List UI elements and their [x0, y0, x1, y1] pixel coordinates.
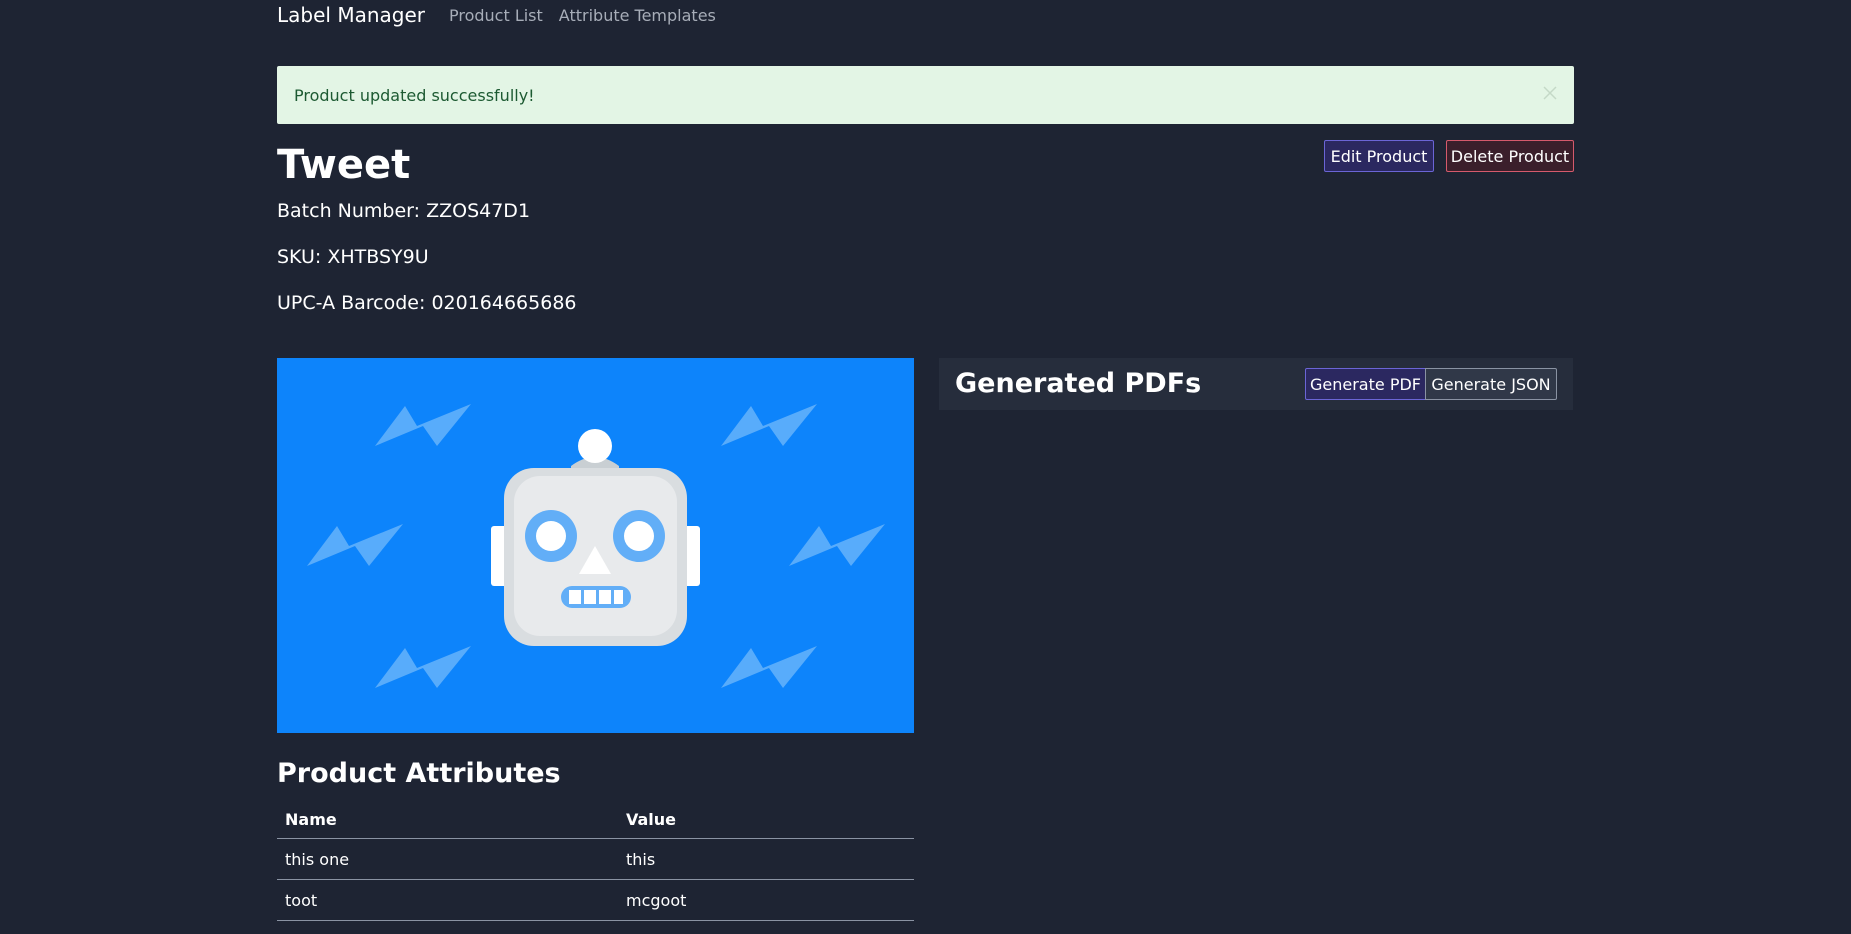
brand-link[interactable]: Label Manager	[277, 3, 425, 27]
generated-pdfs-panel: Generated PDFs Generate PDF Generate JSO…	[939, 358, 1573, 410]
generate-json-button[interactable]: Generate JSON	[1425, 368, 1557, 400]
robot-icon	[307, 404, 885, 688]
upc-barcode: UPC-A Barcode: 020164665686	[277, 292, 577, 314]
attribute-name: this one	[277, 838, 618, 880]
attributes-table: Name Value this one this toot mcgoot	[277, 800, 914, 921]
nav-link-attribute-templates[interactable]: Attribute Templates	[559, 6, 716, 25]
table-header-row: Name Value	[277, 800, 914, 839]
edit-product-button[interactable]: Edit Product	[1324, 140, 1434, 172]
close-icon[interactable]	[1540, 83, 1560, 103]
column-header-name: Name	[277, 800, 618, 839]
product-image	[277, 358, 914, 733]
success-alert: Product updated successfully!	[277, 66, 1574, 124]
alert-message: Product updated successfully!	[294, 85, 535, 105]
sku: SKU: XHTBSY9U	[277, 246, 429, 268]
generated-pdfs-title: Generated PDFs	[955, 368, 1202, 399]
batch-number: Batch Number: ZZOS47D1	[277, 200, 531, 222]
table-row: toot mcgoot	[277, 879, 914, 921]
nav-link-product-list[interactable]: Product List	[449, 6, 543, 25]
attribute-value: mcgoot	[618, 879, 914, 921]
delete-product-button[interactable]: Delete Product	[1446, 140, 1574, 172]
page-title: Tweet	[277, 142, 411, 188]
table-row: this one this	[277, 838, 914, 880]
product-attributes-title: Product Attributes	[277, 758, 561, 789]
attribute-name: toot	[277, 879, 618, 921]
column-header-value: Value	[618, 800, 914, 839]
generate-pdf-button[interactable]: Generate PDF	[1305, 368, 1426, 400]
attribute-value: this	[618, 838, 914, 880]
top-navbar: Label Manager Product List Attribute Tem…	[277, 0, 732, 30]
